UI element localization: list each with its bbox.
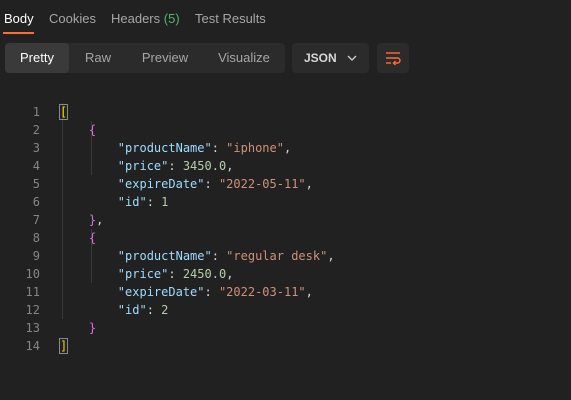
view-mode-preview[interactable]: Preview <box>127 43 203 73</box>
tab-test-results[interactable]: Test Results <box>195 11 266 26</box>
line-number: 14 <box>25 339 40 353</box>
close-bracket: ] <box>58 338 69 354</box>
tab-headers-label: Headers <box>111 11 161 26</box>
response-body-editor[interactable]: 1[ 2 { 3 "productName": "iphone", 4 "pri… <box>0 85 571 354</box>
code-line: 2 { <box>0 103 571 137</box>
wrap-lines-button[interactable] <box>377 43 409 73</box>
code-line: 9 "productName": "regular desk", <box>0 229 571 263</box>
code-line: 5 "expireDate": "2022-05-11", <box>0 157 571 191</box>
code-line: 12 "id": 2 <box>0 283 571 317</box>
format-dropdown[interactable]: JSON <box>292 43 369 73</box>
wrap-lines-icon <box>386 52 401 66</box>
active-tab-indicator <box>3 32 34 34</box>
chevron-down-icon <box>347 55 357 61</box>
code-line: 8 { <box>0 211 571 245</box>
tab-cookies[interactable]: Cookies <box>49 11 96 26</box>
response-toolbar: Pretty Raw Preview Visualize JSON <box>0 43 571 75</box>
view-mode-selector: Pretty Raw Preview Visualize <box>5 43 285 73</box>
view-mode-raw[interactable]: Raw <box>69 43 127 73</box>
tab-body[interactable]: Body <box>4 11 34 26</box>
code-line: 10 "price": 2450.0, <box>0 247 571 281</box>
view-mode-pretty[interactable]: Pretty <box>5 43 69 73</box>
view-mode-visualize[interactable]: Visualize <box>203 43 285 73</box>
response-tabs: Body Cookies Headers (5) Test Results <box>0 0 571 35</box>
code-line: 1[ <box>0 85 571 120</box>
code-line: 3 "productName": "iphone", <box>0 121 571 155</box>
code-line: 11 "expireDate": "2022-03-11", <box>0 265 571 299</box>
headers-count-badge: (5) <box>163 11 180 26</box>
code-line: 7 }, <box>0 193 571 227</box>
tab-headers[interactable]: Headers (5) <box>111 11 180 26</box>
code-line: 6 "id": 1 <box>0 175 571 209</box>
format-selected-value: JSON <box>304 51 337 65</box>
code-line: 14] <box>0 319 571 354</box>
code-line: 13 } <box>0 301 571 335</box>
code-line: 4 "price": 3450.0, <box>0 139 571 173</box>
